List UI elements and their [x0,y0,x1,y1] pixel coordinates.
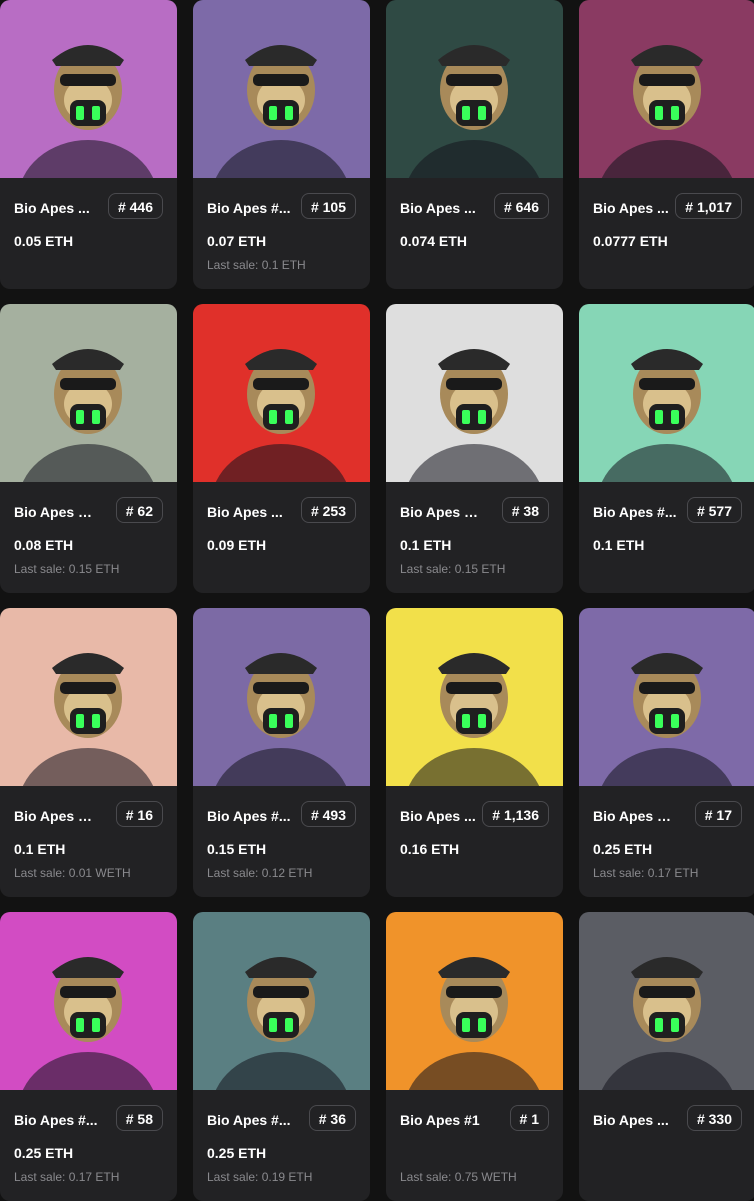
nft-price: 0.1 ETH [400,537,452,553]
nft-name[interactable]: Bio Apes ... [400,808,484,824]
token-id-badge: # 446 [107,193,163,219]
nft-card[interactable]: Bio Apes #1... # 62 0.08 ETH Last sale: 0.1… [0,304,177,593]
last-sale: Last sale: 0.01 WETH [14,866,131,880]
nft-card[interactable]: Bio Apes #7... # 16 0.1 ETH Last sale: 0.01… [0,608,177,897]
nft-name[interactable]: Bio Apes #1... [14,504,98,520]
nft-image[interactable] [193,912,370,1090]
nft-name[interactable]: Bio Apes #1 [400,1112,484,1128]
nft-image[interactable] [0,608,177,786]
nft-price: 0.1 ETH [593,537,645,553]
nft-price: 0.074 ETH [400,233,467,249]
last-sale: Last sale: 0.15 ETH [400,562,506,576]
nft-card[interactable]: Bio Apes ... # 330 [579,912,754,1201]
nft-price: 0.16 ETH [400,841,460,857]
nft-image[interactable] [0,0,177,178]
nft-price: 0.1 ETH [14,841,66,857]
last-sale: Last sale: 0.1 ETH [207,258,306,272]
nft-image[interactable] [579,912,754,1090]
token-id-badge: # 1 [509,1105,549,1131]
nft-price: 0.25 ETH [14,1145,74,1161]
nft-name[interactable]: Bio Apes ... [593,200,677,216]
nft-price: 0.07 ETH [207,233,267,249]
nft-image[interactable] [386,0,563,178]
last-sale: Last sale: 0.75 WETH [400,1170,517,1184]
nft-image[interactable] [0,912,177,1090]
nft-card[interactable]: Bio Apes ... # 1,136 0.16 ETH [386,608,563,897]
nft-image[interactable] [386,608,563,786]
nft-card[interactable]: Bio Apes #... # 36 0.25 ETH Last sale: 0.19… [193,912,370,1201]
nft-price: 0.0777 ETH [593,233,668,249]
nft-name[interactable]: Bio Apes #7... [14,808,98,824]
nft-name[interactable]: Bio Apes ... [14,200,98,216]
nft-image[interactable] [193,304,370,482]
nft-card[interactable]: Bio Apes #1 # 1 Last sale: 0.75 WETH [386,912,563,1201]
token-id-badge: # 62 [115,497,163,523]
token-id-badge: # 105 [300,193,356,219]
nft-name[interactable]: Bio Apes #1... [400,504,484,520]
last-sale: Last sale: 0.19 ETH [207,1170,313,1184]
nft-image[interactable] [579,608,754,786]
token-id-badge: # 58 [115,1105,163,1131]
nft-name[interactable]: Bio Apes #... [207,1112,291,1128]
nft-price: 0.25 ETH [207,1145,267,1161]
nft-card[interactable]: Bio Apes #112 # 17 0.25 ETH Last sale: 0.17… [579,608,754,897]
nft-image[interactable] [193,608,370,786]
nft-image[interactable] [579,0,754,178]
token-id-badge: # 36 [308,1105,356,1131]
nft-price: 0.15 ETH [207,841,267,857]
token-id-badge: # 38 [501,497,549,523]
token-id-badge: # 16 [115,801,163,827]
token-id-badge: # 577 [686,497,742,523]
nft-price: 0.25 ETH [593,841,653,857]
nft-card[interactable]: Bio Apes ... # 253 0.09 ETH [193,304,370,593]
token-id-badge: # 330 [686,1105,742,1131]
nft-image[interactable] [386,304,563,482]
nft-card[interactable]: Bio Apes ... # 446 0.05 ETH [0,0,177,289]
nft-name[interactable]: Bio Apes ... [593,1112,677,1128]
last-sale: Last sale: 0.12 ETH [207,866,313,880]
token-id-badge: # 17 [694,801,742,827]
last-sale: Last sale: 0.17 ETH [14,1170,120,1184]
nft-name[interactable]: Bio Apes #... [207,200,291,216]
nft-price: 0.09 ETH [207,537,267,553]
nft-card[interactable]: Bio Apes #... # 58 0.25 ETH Last sale: 0.17… [0,912,177,1201]
nft-card[interactable]: Bio Apes #... # 105 0.07 ETH Last sale: 0.1… [193,0,370,289]
nft-card[interactable]: Bio Apes #... # 493 0.15 ETH Last sale: 0.1… [193,608,370,897]
nft-price: 0.05 ETH [14,233,74,249]
nft-image[interactable] [386,912,563,1090]
nft-name[interactable]: Bio Apes #... [207,808,291,824]
last-sale: Last sale: 0.17 ETH [593,866,699,880]
token-id-badge: # 253 [300,497,356,523]
token-id-badge: # 1,136 [482,801,549,827]
nft-name[interactable]: Bio Apes #... [593,504,677,520]
nft-card[interactable]: Bio Apes ... # 1,017 0.0777 ETH [579,0,754,289]
nft-card[interactable]: Bio Apes #... # 577 0.1 ETH [579,304,754,593]
token-id-badge: # 493 [300,801,356,827]
nft-name[interactable]: Bio Apes #... [14,1112,98,1128]
nft-name[interactable]: Bio Apes ... [400,200,484,216]
nft-image[interactable] [0,304,177,482]
token-id-badge: # 646 [493,193,549,219]
nft-name[interactable]: Bio Apes ... [207,504,291,520]
nft-price: 0.08 ETH [14,537,74,553]
nft-name[interactable]: Bio Apes #112 [593,808,677,824]
nft-card[interactable]: Bio Apes ... # 646 0.074 ETH [386,0,563,289]
last-sale: Last sale: 0.15 ETH [14,562,120,576]
nft-image[interactable] [193,0,370,178]
nft-image[interactable] [579,304,754,482]
token-id-badge: # 1,017 [675,193,742,219]
nft-card[interactable]: Bio Apes #1... # 38 0.1 ETH Last sale: 0.15… [386,304,563,593]
